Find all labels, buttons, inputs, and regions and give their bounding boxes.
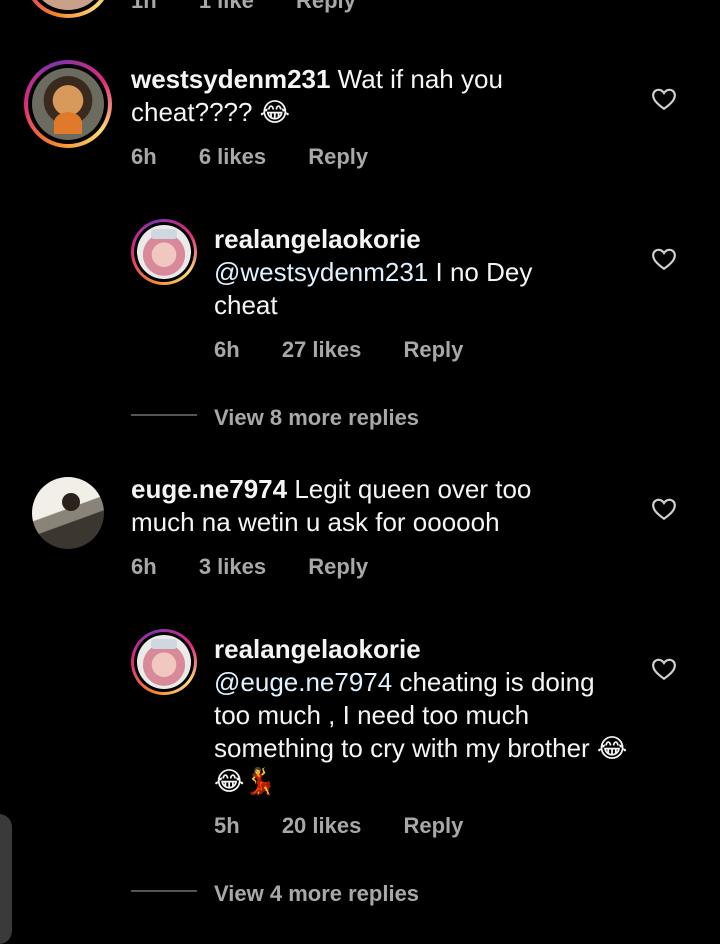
reply-meta-row: 6h 27 likes Reply	[214, 337, 499, 363]
comment-time: 6h	[131, 144, 157, 169]
avatar-partial[interactable]	[26, 0, 110, 18]
comment-time: 6h	[214, 337, 240, 362]
username[interactable]: westsydenm231	[131, 64, 330, 94]
reply-body: realangelaokorie @westsydenm231 I no Dey…	[214, 223, 584, 322]
heart-outline-icon[interactable]	[651, 247, 677, 271]
partial-meta-row: 1h 1 like Reply	[131, 0, 392, 14]
reply-button[interactable]: Reply	[296, 0, 356, 13]
edge-gesture-handle[interactable]	[0, 814, 12, 944]
like-count[interactable]: 3 likes	[199, 554, 266, 579]
reply-button[interactable]: Reply	[403, 813, 463, 838]
view-more-replies-button[interactable]: View 8 more replies	[214, 405, 419, 431]
comment-meta-row: 6h 3 likes Reply	[131, 554, 404, 580]
comment-body: westsydenm231 Wat if nah you cheat???? 😂	[131, 63, 571, 129]
like-count[interactable]: 1 like	[199, 0, 254, 13]
reply-button[interactable]: Reply	[308, 144, 368, 169]
like-count[interactable]: 27 likes	[282, 337, 362, 362]
username[interactable]: realangelaokorie	[214, 633, 634, 666]
heart-outline-icon[interactable]	[651, 497, 677, 521]
mention-link[interactable]: @euge.ne7974	[214, 667, 392, 697]
comment-time: 6h	[131, 554, 157, 579]
username[interactable]: realangelaokorie	[214, 223, 584, 256]
thread-divider-line	[131, 890, 197, 892]
reply-button[interactable]: Reply	[308, 554, 368, 579]
like-count[interactable]: 6 likes	[199, 144, 266, 169]
comment-time: 5h	[214, 813, 240, 838]
reply-body: realangelaokorie @euge.ne7974 cheating i…	[214, 633, 634, 798]
like-count[interactable]: 20 likes	[282, 813, 362, 838]
reply-button[interactable]: Reply	[403, 337, 463, 362]
avatar-realangelaokorie[interactable]	[131, 629, 197, 695]
comment-body: euge.ne7974 Legit queen over too much na…	[131, 473, 591, 539]
heart-outline-icon[interactable]	[651, 87, 677, 111]
comment-meta-row: 6h 6 likes Reply	[131, 144, 404, 170]
thread-divider-line	[131, 414, 197, 416]
avatar-westsydenm231[interactable]	[24, 60, 112, 148]
username[interactable]: euge.ne7974	[131, 474, 287, 504]
reply-meta-row: 5h 20 likes Reply	[214, 813, 499, 839]
avatar-euge-ne7974[interactable]	[32, 477, 104, 549]
mention-link[interactable]: @westsydenm231	[214, 257, 428, 287]
comment-time: 1h	[131, 0, 157, 13]
view-more-replies-button[interactable]: View 4 more replies	[214, 881, 419, 907]
avatar-realangelaokorie[interactable]	[131, 219, 197, 285]
heart-outline-icon[interactable]	[651, 657, 677, 681]
